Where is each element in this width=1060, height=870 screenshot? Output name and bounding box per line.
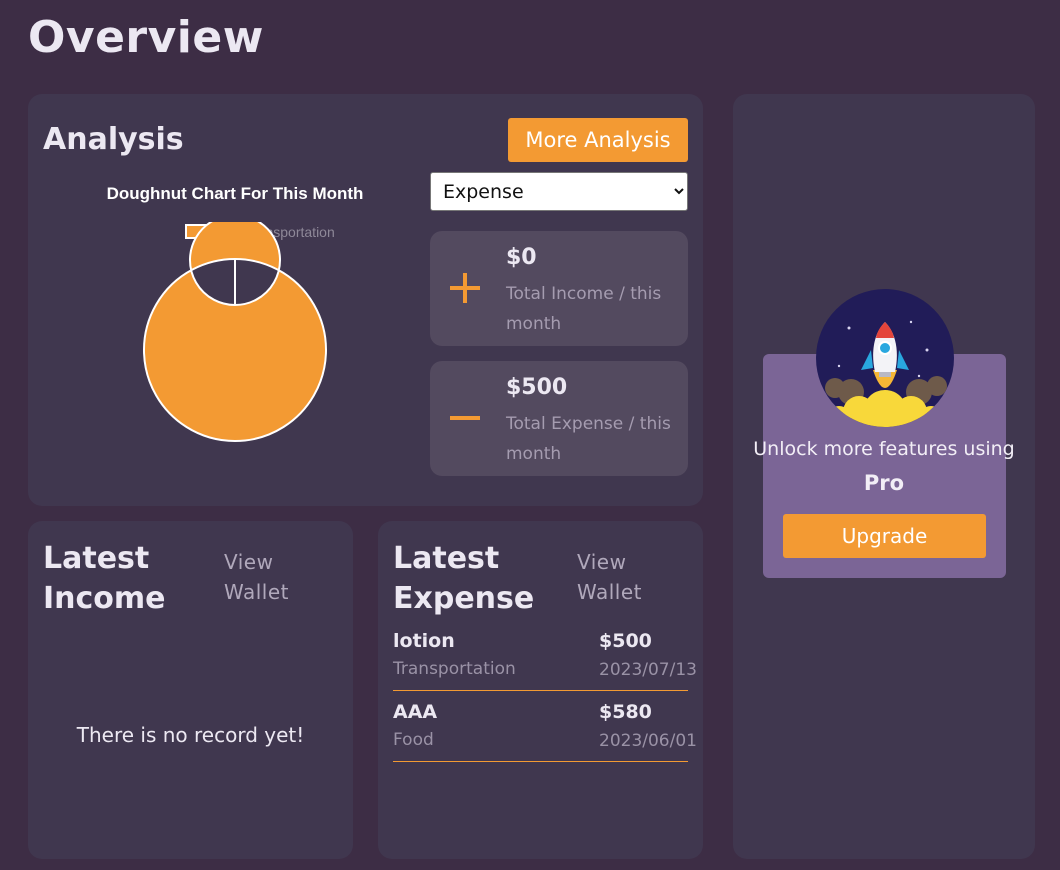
analysis-title: Analysis [43, 122, 184, 157]
latest-income-title: Latest Income [43, 541, 166, 616]
view-wallet-link[interactable]: View Wallet [577, 547, 677, 607]
minus-icon [450, 403, 480, 433]
total-income-card: $0 Total Income / this month [430, 231, 688, 346]
pro-promo-prefix: Unlock more features using [753, 438, 1015, 460]
more-analysis-button[interactable]: More Analysis [508, 118, 688, 162]
transaction-date: 2023/07/13 [599, 660, 697, 680]
pro-label: Pro [863, 471, 905, 495]
chart-title: Doughnut Chart For This Month [106, 184, 364, 203]
promo-card: Unlock more features using Pro Upgrade [733, 94, 1035, 859]
transaction-amount: $580 [599, 701, 652, 723]
chart-slice[interactable] [142, 222, 327, 442]
plus-icon [450, 273, 480, 303]
transaction-name: lotion [393, 630, 455, 652]
latest-expense-card: Latest Expense View Wallet lotion Transp… [378, 521, 703, 859]
upgrade-button[interactable]: Upgrade [783, 514, 986, 558]
rocket-icon [816, 289, 954, 427]
total-expense-card: $500 Total Expense / this month [430, 361, 688, 476]
total-expense-value: $500 [506, 375, 568, 400]
total-income-label: Total Income / this month [506, 284, 662, 334]
page-title: Overview [28, 12, 264, 63]
empty-state-text: There is no record yet! [76, 723, 305, 747]
total-income-value: $0 [506, 245, 537, 270]
transaction-date: 2023/06/01 [599, 731, 697, 751]
latest-expense-title: Latest Expense [393, 541, 535, 616]
doughnut-chart: Transportation [142, 222, 335, 442]
transaction-name: AAA [393, 701, 438, 723]
total-expense-label: Total Expense / this month [506, 414, 671, 464]
transaction-category: Food [393, 730, 434, 750]
transaction-category: Transportation [393, 659, 516, 679]
chart-slices [142, 222, 327, 442]
list-item[interactable]: lotion Transportation $500 2023/07/13 [393, 620, 697, 691]
transaction-amount: $500 [599, 630, 652, 652]
view-wallet-link[interactable]: View Wallet [224, 547, 324, 607]
analysis-card: Analysis More Analysis Doughnut Chart Fo… [28, 94, 703, 506]
list-item[interactable]: AAA Food $580 2023/06/01 [393, 691, 697, 762]
type-select[interactable]: Expense [430, 172, 688, 211]
pro-promo-text: Unlock more features using Pro [733, 432, 1035, 501]
latest-income-card: Latest Income View Wallet There is no re… [28, 521, 353, 859]
